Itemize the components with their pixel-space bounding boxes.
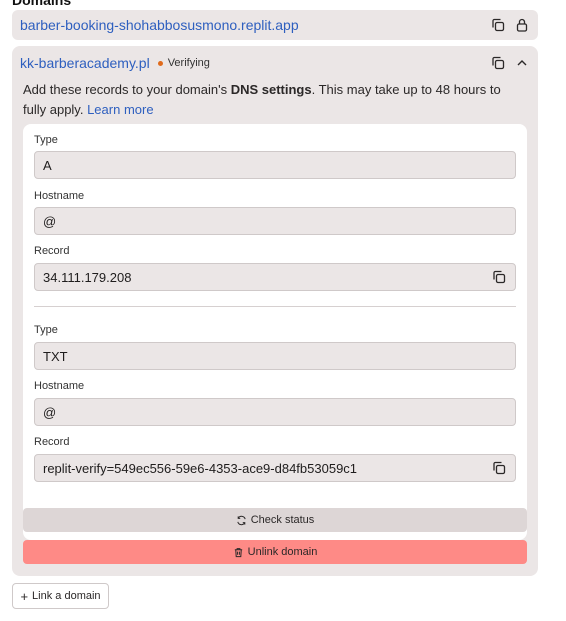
link-domain-label: Link a domain <box>32 590 101 602</box>
type-value: A <box>43 157 52 173</box>
hostname-value: @ <box>43 404 57 420</box>
record-label: Record <box>34 245 70 257</box>
link-domain-button[interactable]: + Link a domain <box>12 583 109 609</box>
lock-icon <box>514 17 530 33</box>
chevron-up-icon[interactable] <box>514 55 530 71</box>
plus-icon: + <box>20 588 29 604</box>
custom-domain-actions <box>490 55 530 71</box>
dns-instructions: Add these records to your domain's DNS s… <box>23 80 523 120</box>
dns-records-panel: Type A Hostname @ Record 34.111.179.208 … <box>23 124 527 540</box>
custom-domain-card: kk-barberacademy.pl Verifying Add these … <box>12 46 538 576</box>
type-field[interactable]: A <box>34 151 516 179</box>
replit-domain-actions <box>490 17 530 33</box>
status-label: Verifying <box>167 57 210 69</box>
type-label: Type <box>34 134 58 146</box>
record-value: 34.111.179.208 <box>43 269 132 285</box>
section-title: Domains <box>12 0 72 8</box>
type-label: Type <box>34 324 58 336</box>
hostname-label: Hostname <box>34 380 85 392</box>
hostname-field[interactable]: @ <box>34 207 516 235</box>
status-dot-icon <box>157 60 163 66</box>
unlink-domain-label: Unlink domain <box>247 546 318 558</box>
hostname-label: Hostname <box>34 190 85 202</box>
dns-instructions-prefix: Add these records to your domain's <box>23 82 231 97</box>
trash-icon <box>233 547 244 558</box>
type-value: TXT <box>43 348 68 364</box>
record-value: replit-verify=549ec556-59e6-4353-ace9-d8… <box>43 460 358 476</box>
record-divider <box>34 306 516 307</box>
refresh-icon <box>236 515 247 526</box>
check-status-label: Check status <box>250 514 315 526</box>
record-field[interactable]: replit-verify=549ec556-59e6-4353-ace9-d8… <box>34 454 516 482</box>
record-field[interactable]: 34.111.179.208 <box>34 263 516 291</box>
unlink-domain-button[interactable]: Unlink domain <box>23 540 527 564</box>
copy-icon[interactable] <box>491 269 507 285</box>
check-status-button[interactable]: Check status <box>23 508 527 532</box>
type-field[interactable]: TXT <box>34 342 516 370</box>
copy-icon[interactable] <box>490 55 506 71</box>
custom-domain-link[interactable]: kk-barberacademy.pl <box>20 55 150 71</box>
copy-icon[interactable] <box>491 460 507 476</box>
record-label: Record <box>34 436 70 448</box>
replit-domain-row: barber-booking-shohabbosusmono.replit.ap… <box>12 10 538 40</box>
learn-more-link[interactable]: Learn more <box>87 102 153 117</box>
dns-settings-bold: DNS settings <box>230 82 312 97</box>
copy-icon[interactable] <box>490 17 506 33</box>
hostname-field[interactable]: @ <box>34 398 516 426</box>
status-badge: Verifying <box>157 57 210 69</box>
hostname-value: @ <box>43 213 57 229</box>
replit-domain-link[interactable]: barber-booking-shohabbosusmono.replit.ap… <box>20 17 299 33</box>
custom-domain-header: kk-barberacademy.pl Verifying <box>20 54 530 72</box>
